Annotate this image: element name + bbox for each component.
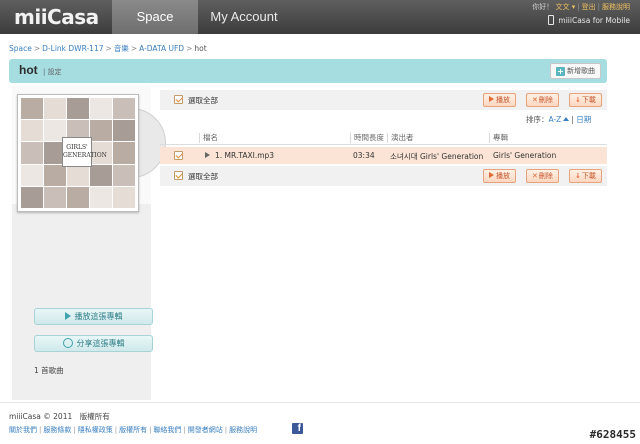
song-album: Girls' Generation [493, 151, 557, 160]
breadcrumb-music[interactable]: 音樂 [114, 44, 129, 53]
facebook-icon[interactable]: f [292, 423, 303, 434]
footer-link-terms[interactable]: 服務條款 [43, 426, 71, 434]
copyright: miiiCasa © 2011 版權所有 [9, 412, 110, 421]
footer-link-help[interactable]: 服務說明 [229, 426, 257, 434]
footer-links: 關於我們 | 服務條款 | 隱私權政策 | 版權所有 | 聯絡我們 | 開發者網站 | 服務說明 [9, 426, 258, 434]
top-bar: miiCasa Space My Account 你好！ 文文 ▾ | 登出 | 服務說… [0, 0, 640, 34]
select-all-checkbox[interactable] [174, 171, 183, 180]
download-button[interactable]: ↓下載 [569, 93, 602, 107]
watermark: #628455 [589, 428, 636, 441]
close-icon: ✕ [532, 96, 538, 104]
page-title: hot [19, 63, 38, 77]
download-icon: ↓ [575, 96, 581, 104]
close-icon: ✕ [532, 172, 538, 180]
table-row[interactable]: 1. MR.TAXI.mp3 03:34 소녀시대 Girls' Generat… [160, 147, 607, 164]
sort-az[interactable]: A-Z [549, 115, 562, 124]
top-toolbar: 選取全部 播放 ✕刪除 ↓下載 [160, 90, 607, 110]
user-links: 你好！ 文文 ▾ | 登出 | 服務說明 [532, 3, 630, 11]
download-icon: ↓ [575, 172, 581, 180]
breadcrumb: Space > D-Link DWR-117 > 音樂 > A-DATA UFD > hot [9, 44, 207, 53]
breadcrumb-drive[interactable]: A-DATA UFD [139, 44, 184, 53]
select-all-label[interactable]: 選取全部 [188, 95, 218, 106]
play-button[interactable]: 播放 [483, 169, 516, 183]
play-icon[interactable] [205, 152, 210, 158]
footer-divider [0, 402, 640, 403]
breadcrumb-device[interactable]: D-Link DWR-117 [42, 44, 103, 53]
select-all-checkbox[interactable] [174, 95, 183, 104]
breadcrumb-space[interactable]: Space [9, 44, 32, 53]
column-artist[interactable]: 演出者 [387, 133, 414, 143]
song-artist: 소녀시대 Girls' Generation [390, 152, 484, 161]
cover-logo: GIRLS' GENERATION [62, 137, 107, 167]
footer-link-about[interactable]: 關於我們 [9, 426, 37, 434]
breadcrumb-current: hot [194, 44, 207, 53]
greeting-text: 你好！ [532, 3, 554, 11]
album-header: hot | 設定 + 新增歌曲 [9, 59, 607, 83]
column-album[interactable]: 專輯 [489, 133, 508, 143]
settings-link[interactable]: | 設定 [43, 67, 62, 77]
album-cover[interactable]: GIRLS' GENERATION [17, 94, 139, 212]
select-all-label[interactable]: 選取全部 [188, 171, 218, 182]
column-duration[interactable]: 時間長度 [350, 133, 384, 143]
mobile-link[interactable]: miiiCasa for Mobile [548, 15, 630, 25]
sort-asc-icon [563, 117, 570, 121]
footer-link-copyright[interactable]: 版權所有 [119, 426, 147, 434]
download-button[interactable]: ↓下載 [569, 169, 602, 183]
footer-link-privacy[interactable]: 隱私權政策 [78, 426, 113, 434]
song-duration: 03:34 [353, 151, 375, 160]
tab-my-account[interactable]: My Account [198, 0, 290, 34]
phone-icon [548, 15, 555, 25]
play-button[interactable]: 播放 [483, 93, 516, 107]
sort-date[interactable]: 日期 [576, 115, 591, 124]
bottom-toolbar: 選取全部 播放 ✕刪除 ↓下載 [160, 166, 607, 186]
footer-link-developer[interactable]: 開發者網站 [188, 426, 223, 434]
add-song-button[interactable]: + 新增歌曲 [550, 63, 601, 79]
table-header: 檔名 時間長度 演出者 專輯 [160, 131, 607, 145]
logout-link[interactable]: 登出 [582, 3, 596, 11]
help-link[interactable]: 服務說明 [602, 3, 630, 11]
miicasa-logo[interactable]: miiCasa [14, 5, 99, 29]
play-album-button[interactable]: 播放這張專輯 [34, 308, 153, 325]
footer-link-contact[interactable]: 聯絡我們 [153, 426, 181, 434]
play-icon [64, 312, 71, 320]
tab-space[interactable]: Space [112, 0, 198, 34]
play-icon [489, 96, 494, 102]
share-icon [62, 338, 73, 348]
song-count: 1 首歌曲 [34, 366, 64, 375]
delete-button[interactable]: ✕刪除 [526, 93, 559, 107]
share-album-button[interactable]: 分享這張專輯 [34, 335, 153, 352]
sort-controls: 排序：A-Z | 日期 [526, 115, 592, 124]
song-name[interactable]: 1. MR.TAXI.mp3 [205, 151, 274, 160]
play-icon [489, 172, 494, 178]
plus-icon: + [556, 67, 565, 76]
row-checkbox[interactable] [174, 151, 183, 160]
column-filename[interactable]: 檔名 [199, 133, 218, 143]
language-select[interactable]: 文文 ▾ [556, 3, 576, 11]
delete-button[interactable]: ✕刪除 [526, 169, 559, 183]
